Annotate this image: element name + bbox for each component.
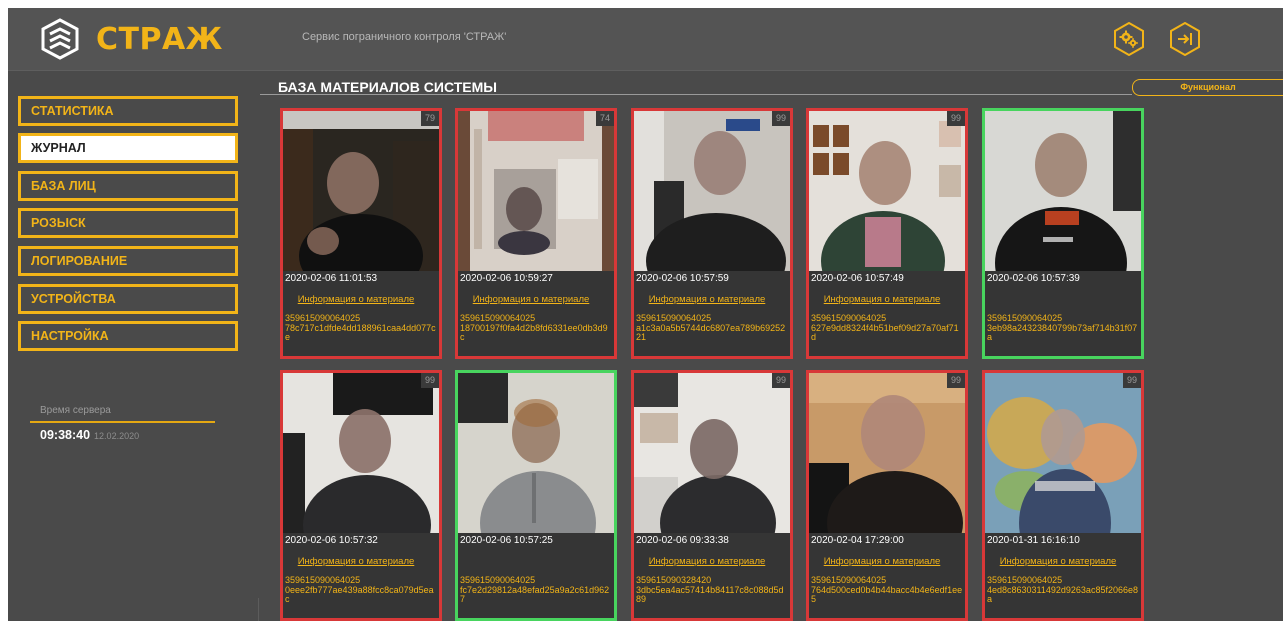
card-hash: 627e9dd8324f4b51bef09d27a70af71d: [811, 323, 959, 342]
server-time: 09:38:40 12.02.2020: [40, 428, 139, 442]
material-info-link[interactable]: Информация о материале: [644, 294, 770, 305]
column-divider: [258, 598, 259, 621]
card-timestamp: 2020-02-06 10:57:59: [636, 273, 729, 284]
page-title: БАЗА МАТЕРИАЛОВ СИСТЕМЫ: [278, 79, 497, 95]
sidebar-item-logging[interactable]: ЛОГИРОВАНИЕ: [18, 246, 238, 276]
sidebar-item-devices[interactable]: УСТРОЙСТВА: [18, 284, 238, 314]
sidebar-item-search[interactable]: РОЗЫСК: [18, 208, 238, 238]
card-device-id: 359615090064025: [285, 313, 361, 323]
card-device-id: 359615090064025: [987, 575, 1063, 585]
title-divider: [260, 94, 1132, 95]
app-window: СТРАЖ Сервис пограничного контроля 'СТРА…: [8, 8, 1283, 621]
material-info-link[interactable]: Информация о материале: [293, 294, 419, 305]
face-photo: [634, 111, 790, 271]
face-photo: [458, 111, 614, 271]
server-time-label: Время сервера: [40, 405, 111, 416]
face-photo: [283, 373, 439, 533]
card-hash: 4ed8c8630311492d9263ac85f2066e8a: [987, 585, 1138, 604]
server-time-value: 09:38:40: [40, 428, 91, 442]
gear-icon: [1119, 30, 1138, 48]
card-device-id: 359615090064025: [460, 313, 536, 323]
sidebar-item-settings[interactable]: НАСТРОЙКА: [18, 321, 238, 351]
material-card[interactable]: 99 2020-02-06 10:57:59 Информация о мате…: [631, 108, 793, 359]
card-timestamp: 2020-01-31 16:16:10: [987, 535, 1080, 546]
material-card[interactable]: 79 2020-02-06 11:01:53 Информация о мате…: [280, 108, 442, 359]
card-timestamp: 2020-02-06 09:33:38: [636, 535, 729, 546]
material-card[interactable]: 2020-02-06 10:57:39 359615090064025 3eb9…: [982, 108, 1144, 359]
match-score: 99: [1123, 373, 1141, 388]
card-device-id: 359615090064025: [987, 313, 1063, 323]
face-photo: [458, 373, 614, 533]
match-score: 99: [772, 111, 790, 126]
card-device-id: 359615090064025: [460, 575, 536, 585]
settings-button[interactable]: [1113, 22, 1145, 56]
material-card[interactable]: 99 2020-02-04 17:29:00 Информация о мате…: [806, 370, 968, 621]
card-device-id: 359615090064025: [811, 575, 887, 585]
card-hash: a1c3a0a5b5744dc6807ea789b6925221: [636, 323, 786, 342]
sidebar: СТАТИСТИКА ЖУРНАЛ БАЗА ЛИЦ РОЗЫСК ЛОГИРО…: [8, 71, 248, 621]
material-card[interactable]: 99 2020-02-06 10:57:49 Информация о мате…: [806, 108, 968, 359]
match-score: 99: [947, 373, 965, 388]
functional-button[interactable]: Функционал: [1132, 79, 1283, 96]
card-hash: fc7e2d29812a48efad25a9a2c61d9627: [460, 585, 610, 604]
card-timestamp: 2020-02-04 17:29:00: [811, 535, 904, 546]
match-score: 74: [596, 111, 614, 126]
match-score: 99: [421, 373, 439, 388]
card-timestamp: 2020-02-06 11:01:53: [285, 273, 378, 284]
sidebar-item-statistics[interactable]: СТАТИСТИКА: [18, 96, 238, 126]
logo-text: СТРАЖ: [96, 21, 223, 57]
card-timestamp: 2020-02-06 10:57:25: [460, 535, 553, 546]
card-device-id: 359615090064025: [811, 313, 887, 323]
exit-icon: [1178, 33, 1192, 45]
header-bar: СТРАЖ Сервис пограничного контроля 'СТРА…: [8, 8, 1283, 71]
material-card[interactable]: 99 2020-02-06 09:33:38 Информация о мате…: [631, 370, 793, 621]
service-title: Сервис пограничного контроля 'СТРАЖ': [302, 31, 507, 43]
material-info-link[interactable]: Информация о материале: [293, 556, 419, 567]
server-date: 12.02.2020: [94, 431, 140, 441]
card-hash: 0eee2fb777ae439a88fcc8ca079d5eac: [285, 585, 434, 604]
server-time-divider: [30, 421, 215, 423]
card-device-id: 359615090328420: [636, 575, 712, 585]
material-card[interactable]: 99 2020-01-31 16:16:10 Информация о мате…: [982, 370, 1144, 621]
face-photo: [809, 111, 965, 271]
material-info-link[interactable]: Информация о материале: [995, 556, 1121, 567]
card-device-id: 359615090064025: [285, 575, 361, 585]
card-timestamp: 2020-02-06 10:57:49: [811, 273, 904, 284]
material-card[interactable]: 2020-02-06 10:57:25 359615090064025 fc7e…: [455, 370, 617, 621]
face-photo: [809, 373, 965, 533]
match-score: 99: [772, 373, 790, 388]
material-info-link[interactable]: Информация о материале: [819, 294, 945, 305]
logo[interactable]: СТРАЖ: [38, 16, 223, 62]
card-timestamp: 2020-02-06 10:59:27: [460, 273, 553, 284]
card-hash: 18700197f0fa4d2b8fd6331ee0db3d9c: [460, 323, 608, 342]
card-hash: 3dbc5ea4ac57414b84117c8c088d5d89: [636, 585, 784, 604]
card-hash: 78c717c1dfde4dd188961caa4dd077ce: [285, 323, 436, 342]
card-hash: 764d500ced0b4b44bacc4b4e6edf1ee5: [811, 585, 963, 604]
match-score: 79: [421, 111, 439, 126]
card-device-id: 359615090064025: [636, 313, 712, 323]
sidebar-item-face-base[interactable]: БАЗА ЛИЦ: [18, 171, 238, 201]
card-timestamp: 2020-02-06 10:57:39: [987, 273, 1080, 284]
match-score: 99: [947, 111, 965, 126]
face-photo: [634, 373, 790, 533]
material-card[interactable]: 99 2020-02-06 10:57:32 Информация о мате…: [280, 370, 442, 621]
face-photo: [985, 373, 1141, 533]
material-info-link[interactable]: Информация о материале: [468, 294, 594, 305]
shield-chevrons-icon: [41, 18, 79, 60]
material-info-link[interactable]: Информация о материале: [644, 556, 770, 567]
material-card[interactable]: 74 2020-02-06 10:59:27 Информация о мате…: [455, 108, 617, 359]
sidebar-item-journal[interactable]: ЖУРНАЛ: [18, 133, 238, 163]
exit-button[interactable]: [1169, 22, 1201, 56]
card-timestamp: 2020-02-06 10:57:32: [285, 535, 378, 546]
material-info-link[interactable]: Информация о материале: [819, 556, 945, 567]
face-photo: [283, 111, 439, 271]
face-photo: [985, 111, 1141, 271]
card-hash: 3eb98a24323840799b73af714b31f07a: [987, 323, 1138, 342]
